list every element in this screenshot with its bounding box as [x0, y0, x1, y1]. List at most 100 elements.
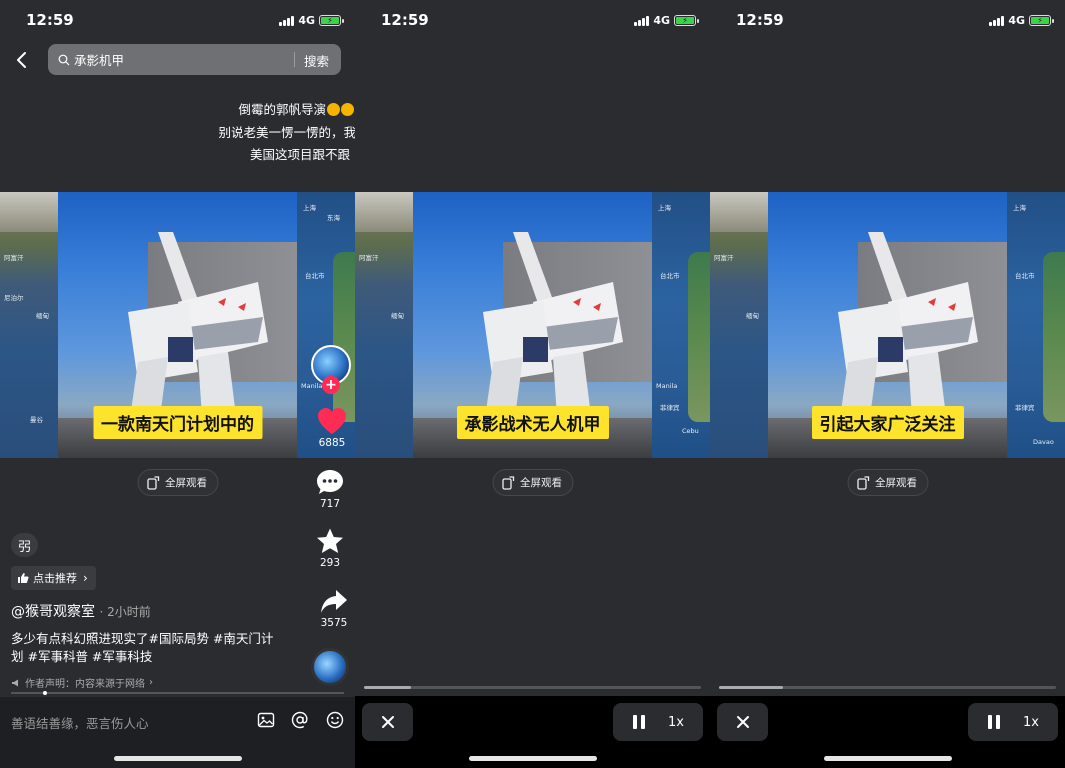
comment-count: 717 [319, 498, 341, 510]
map-label: 台北市 [660, 272, 680, 280]
search-input[interactable]: 承影机甲 搜索 [48, 44, 341, 75]
fullscreen-button[interactable]: 全屏观看 [492, 469, 573, 496]
pause-icon[interactable] [987, 714, 1001, 730]
search-button[interactable]: 搜索 [304, 51, 329, 70]
favorite-group[interactable]: 293 [316, 527, 344, 569]
video-player[interactable]: 阿富汗 缅甸 上海 台北市 菲律宾 Davao 引起大家广泛关注 [710, 192, 1065, 458]
author-avatar-group[interactable]: + [311, 345, 351, 394]
video-progress[interactable] [364, 686, 701, 689]
close-icon [381, 716, 394, 728]
map-label: 上海 [1013, 204, 1026, 212]
map-label: 缅甸 [391, 312, 404, 320]
map-label: 阿富汗 [359, 254, 379, 262]
battery-icon: ⚡ [674, 15, 699, 26]
post-time-sep: · [99, 605, 108, 619]
follow-button[interactable]: + [322, 376, 340, 394]
status-indicators: 4G ⚡ [634, 14, 699, 27]
mention-icon[interactable] [291, 711, 309, 729]
like-count: 6885 [318, 437, 346, 449]
map-right: 上海 台北市 菲律宾 Davao [1007, 192, 1065, 458]
share-count: 3575 [320, 617, 348, 629]
map-label: 台北市 [1015, 272, 1035, 280]
like-group[interactable]: 6885 [317, 407, 347, 449]
fullscreen-icon [146, 475, 159, 490]
pause-icon[interactable] [632, 714, 646, 730]
music-disc[interactable] [311, 648, 349, 686]
search-icon [58, 54, 70, 65]
video-player[interactable]: 阿富汗 尼泊尔 缅甸 曼谷 上海 东海 台北市 Manila 一款南天门计划中的 [0, 192, 355, 458]
home-indicator [114, 756, 242, 761]
video-progress[interactable] [719, 686, 1056, 689]
network-type: 4G [298, 14, 315, 27]
map-label: 菲律宾 [660, 404, 680, 412]
fullscreen-label: 全屏观看 [165, 477, 207, 489]
author-declaration[interactable]: 作者声明：内容来源于网络 › [11, 675, 153, 690]
map-label: 尼泊尔 [4, 294, 24, 302]
mech-illustration [483, 232, 623, 432]
comment-icon[interactable] [316, 468, 344, 496]
fullscreen-label: 全屏观看 [520, 477, 562, 489]
progress-knob[interactable] [43, 691, 47, 695]
star-icon[interactable] [316, 527, 344, 555]
signal-icon [279, 15, 295, 26]
share-icon[interactable] [320, 589, 348, 615]
close-button[interactable] [717, 703, 768, 741]
author-name[interactable]: @猴哥观察室 [11, 604, 95, 620]
laugh-emoji-icon [341, 103, 354, 116]
prev-comment-line: 美国这项目跟不跟 [249, 147, 350, 162]
map-label: 台北市 [305, 272, 325, 280]
back-icon[interactable] [12, 50, 32, 70]
post-time: 2小时前 [107, 605, 151, 619]
fullscreen-button[interactable]: 全屏观看 [847, 469, 928, 496]
heart-icon[interactable] [317, 407, 347, 435]
comment-group[interactable]: 717 [316, 468, 344, 510]
map-left: 阿富汗 尼泊尔 缅甸 曼谷 [0, 192, 58, 458]
author-line: @猴哥观察室 · 2小时前 [11, 601, 151, 621]
status-time: 12:59 [736, 11, 784, 29]
map-label: Davao [1033, 438, 1054, 446]
favorite-count: 293 [319, 557, 341, 569]
progress-fill [719, 686, 784, 689]
fullscreen-button[interactable]: 全屏观看 [137, 469, 218, 496]
close-button[interactable] [362, 703, 413, 741]
map-label: 阿富汗 [714, 254, 734, 262]
search-query: 承影机甲 [74, 53, 125, 68]
progress-fill [364, 686, 412, 689]
emoji-icon[interactable] [326, 711, 344, 729]
player-panel: 12:59 4G ⚡ 阿富汗 缅甸 上海 [355, 0, 710, 768]
topic-chip[interactable]: 弜 [11, 533, 38, 557]
playback-group: 1x [613, 703, 703, 741]
chevron-right-icon: › [83, 571, 88, 585]
status-indicators: 4G ⚡ [989, 14, 1054, 27]
battery-icon: ⚡ [1029, 15, 1054, 26]
map-left: 阿富汗 缅甸 [710, 192, 768, 458]
video-progress[interactable] [11, 691, 344, 695]
prev-comment-line: 别说老美一愣一愣的，我 [218, 125, 355, 140]
map-label: 缅甸 [746, 312, 759, 320]
feed-panel: 12:59 4G ⚡ 承影机甲 搜索 倒霉的郭帆导演 别说老美一愣一愣的，我 美… [0, 0, 355, 768]
speed-button[interactable]: 1x [668, 715, 684, 730]
laugh-emoji-icon [327, 103, 340, 116]
recommend-button[interactable]: 点击推荐 › [11, 566, 96, 590]
video-player[interactable]: 阿富汗 缅甸 上海 台北市 Manila 菲律宾 Cebu 承影战术无人机甲 [355, 192, 710, 458]
image-icon[interactable] [257, 711, 275, 729]
player-panel: 12:59 4G ⚡ 阿富汗 缅甸 上海 [710, 0, 1065, 768]
signal-icon [634, 15, 650, 26]
video-caption: 引起大家广泛关注 [811, 406, 964, 439]
playback-group: 1x [968, 703, 1058, 741]
desc-line: 划 #军事科普 #军事科技 [11, 649, 153, 664]
search-divider [294, 52, 295, 67]
comment-input[interactable]: 善语结善缘，恶言伤人心 [11, 713, 149, 732]
post-description[interactable]: 多少有点科幻照进现实了#国际局势 #南天门计 划 #军事科普 #军事科技 [11, 630, 286, 666]
speed-button[interactable]: 1x [1023, 715, 1039, 730]
map-label: 上海 [303, 204, 316, 212]
map-label: 曼谷 [30, 416, 43, 424]
battery-icon: ⚡ [319, 15, 344, 26]
share-group[interactable]: 3575 [320, 589, 348, 629]
map-right: 上海 台北市 Manila 菲律宾 Cebu [652, 192, 710, 458]
map-label: Manila [656, 382, 678, 390]
desc-line: 多少有点科幻照进现实了#国际局势 #南天门计 [11, 631, 274, 646]
fullscreen-icon [501, 475, 514, 490]
mech-illustration [838, 232, 978, 432]
map-label: 上海 [658, 204, 671, 212]
